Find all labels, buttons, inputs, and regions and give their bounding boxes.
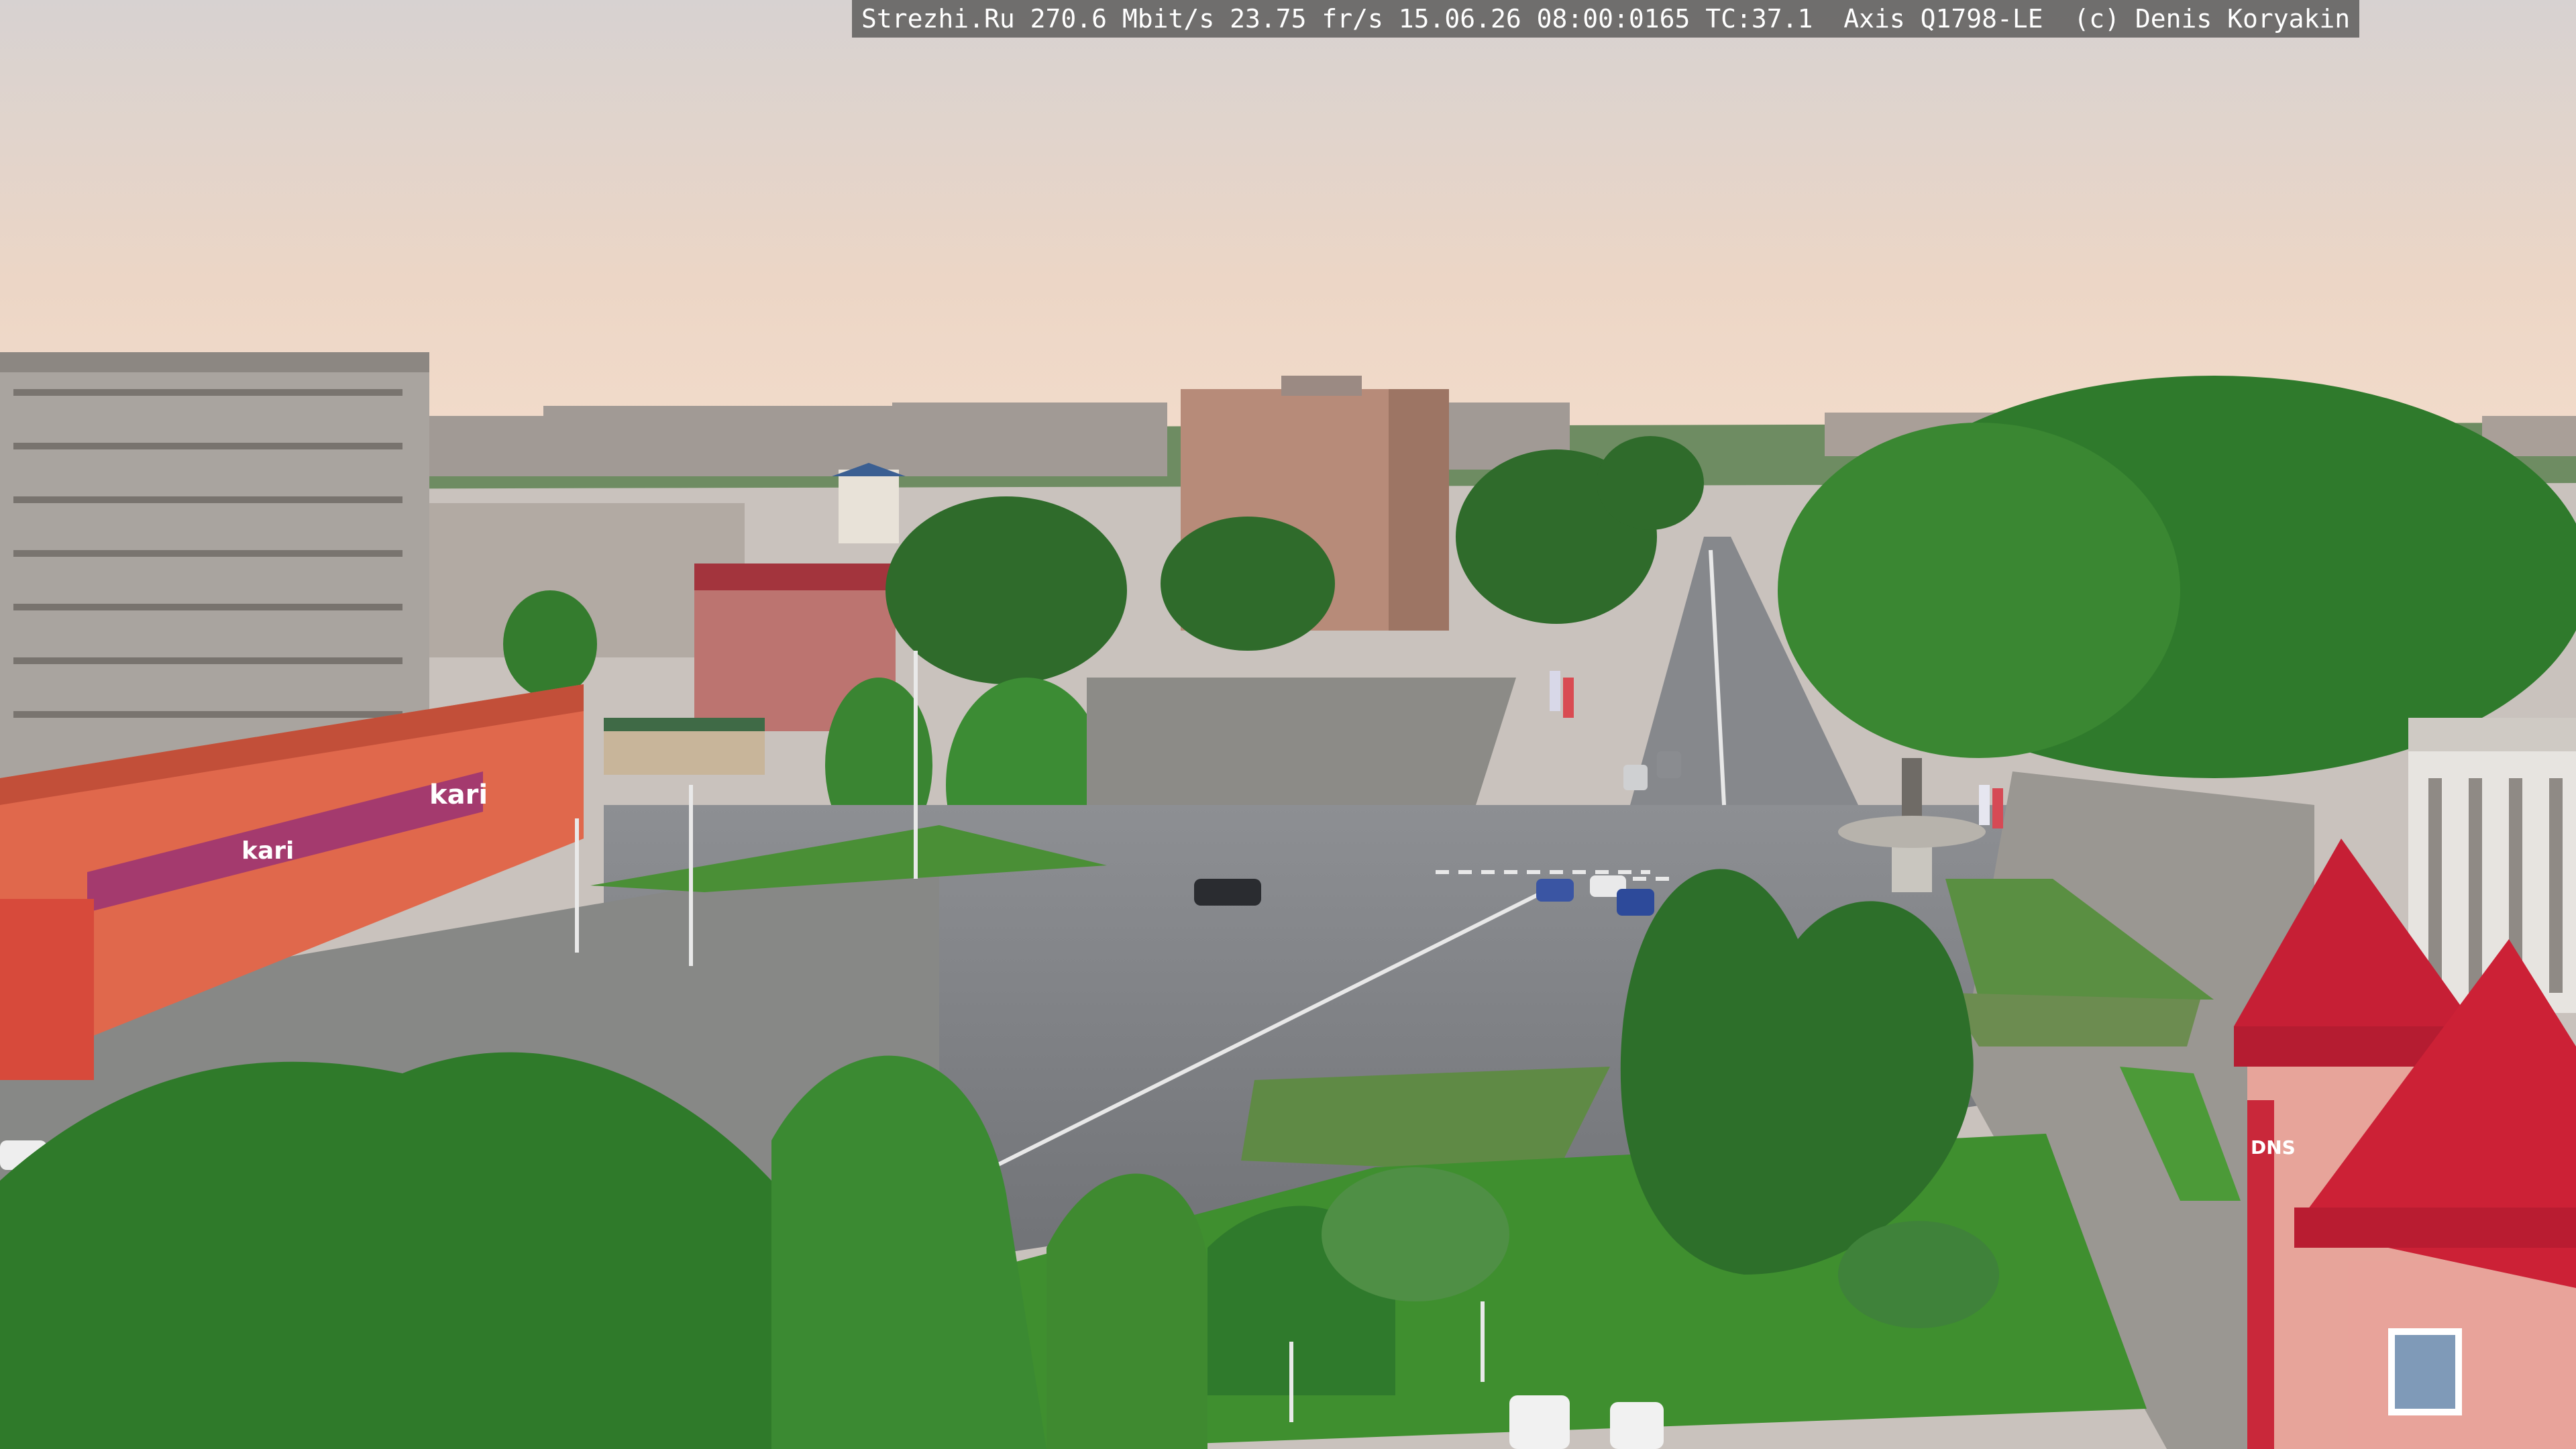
mid-left-buildings bbox=[429, 463, 906, 731]
store-sign-mid: kari bbox=[241, 837, 294, 865]
webcam-scene: kari kari DNS bbox=[0, 0, 2576, 1449]
store-sign-left: kari bbox=[429, 780, 488, 810]
left-panel-building bbox=[0, 352, 429, 782]
plaza-lot bbox=[1087, 678, 1516, 805]
pavilion bbox=[604, 718, 765, 775]
store-sign-right: DNS bbox=[2251, 1136, 2296, 1159]
camera-overlay-text: Strezhi.Ru 270.6 Mbit/s 23.75 fr/s 15.06… bbox=[852, 0, 2360, 38]
